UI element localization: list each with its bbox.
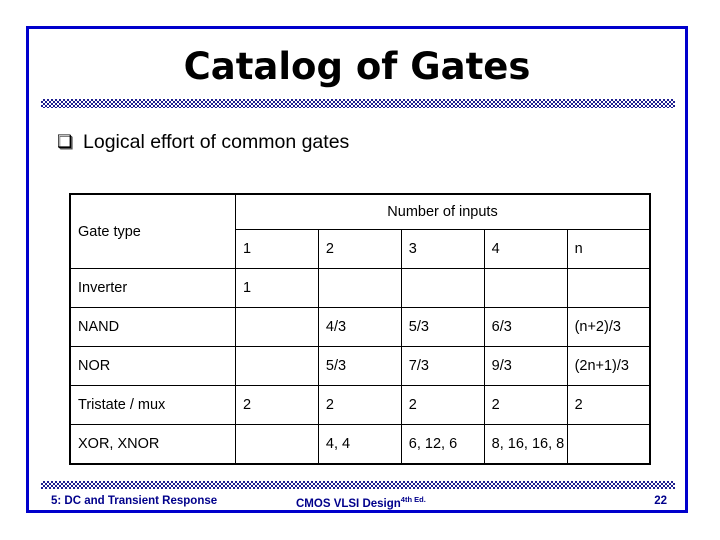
cell-value [566, 424, 651, 465]
footer-book-label: CMOS VLSI Design4th Ed. [296, 495, 426, 510]
cell-value: 2 [566, 385, 651, 425]
table-row: Inverter 1 [69, 268, 651, 308]
row-label: XOR, XNOR [69, 424, 236, 465]
cell-value: 8, 16, 16, 8 [483, 424, 568, 465]
cell-value [235, 346, 319, 386]
table-row: NOR 5/3 7/3 9/3 (2n+1)/3 [69, 346, 651, 386]
cell-value: (n+2)/3 [566, 307, 651, 347]
cell-value [317, 268, 402, 308]
footer-chapter-label: 5: DC and Transient Response [51, 495, 218, 507]
cell-value: 9/3 [483, 346, 568, 386]
footer-book-title: CMOS VLSI Design [296, 497, 401, 510]
title-divider [41, 99, 675, 108]
cell-value: 1 [235, 268, 319, 308]
table-row: XOR, XNOR 4, 4 6, 12, 6 8, 16, 16, 8 [69, 424, 651, 465]
table-row: NAND 4/3 5/3 6/3 (n+2)/3 [69, 307, 651, 347]
cell-value: 2 [400, 385, 485, 425]
slide-footer: 5: DC and Transient Response CMOS VLSI D… [41, 493, 675, 513]
header-input-1: 1 [235, 229, 319, 269]
footer-divider [41, 481, 675, 489]
header-number-of-inputs: Number of inputs [235, 193, 651, 230]
cell-value [483, 268, 568, 308]
cell-value [235, 424, 319, 465]
row-label: NAND [69, 307, 236, 347]
cell-value [566, 268, 651, 308]
slide-canvas: Catalog of Gates ❑ Logical effort of com… [26, 26, 688, 513]
header-input-4: 4 [483, 229, 568, 269]
table-row: Tristate / mux 2 2 2 2 2 [69, 385, 651, 425]
footer-page-number: 22 [654, 495, 667, 507]
row-label: Tristate / mux [69, 385, 236, 425]
header-input-2: 2 [317, 229, 402, 269]
cell-value: 5/3 [317, 346, 402, 386]
header-input-n: n [566, 229, 651, 269]
cell-value: 2 [317, 385, 402, 425]
bullet-item: ❑ Logical effort of common gates [57, 127, 657, 157]
cell-value: 2 [235, 385, 319, 425]
page-title: Catalog of Gates [183, 45, 531, 88]
cell-value: (2n+1)/3 [566, 346, 651, 386]
cell-value: 7/3 [400, 346, 485, 386]
cell-value: 2 [483, 385, 568, 425]
bullet-item-label: Logical effort of common gates [83, 130, 350, 153]
logical-effort-table: Gate type Number of inputs 1 2 3 4 n Inv… [69, 193, 651, 465]
cell-value: 6, 12, 6 [400, 424, 485, 465]
hollow-square-bullet-icon: ❑ [57, 131, 73, 152]
cell-value [400, 268, 485, 308]
table-header-row-top: Gate type Number of inputs [69, 193, 651, 269]
cell-value [235, 307, 319, 347]
row-label: Inverter [69, 268, 236, 308]
cell-value: 4/3 [317, 307, 402, 347]
cell-value: 6/3 [483, 307, 568, 347]
cell-value: 4, 4 [317, 424, 402, 465]
footer-edition: 4th Ed. [400, 495, 426, 504]
row-label: NOR [69, 346, 236, 386]
header-gate-type: Gate type [69, 193, 236, 269]
cell-value: 5/3 [400, 307, 485, 347]
header-input-3: 3 [400, 229, 485, 269]
